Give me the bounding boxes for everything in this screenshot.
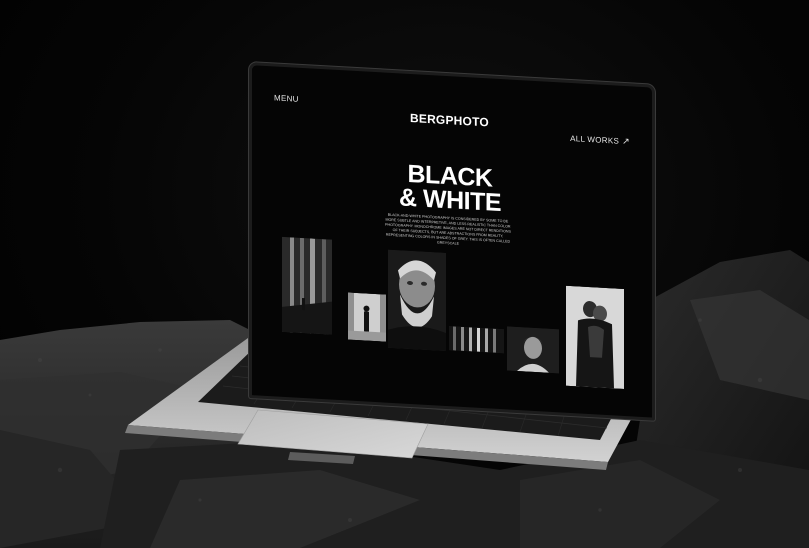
hero-description: Black-and-white photography is considere…	[385, 212, 511, 246]
all-works-label: ALL WORKS	[570, 133, 620, 146]
photo-architecture[interactable]	[282, 236, 332, 335]
hero-title: BLACK & WHITE	[390, 160, 510, 218]
laptop-screen: MENU BERGPHOTO ALL WORKS ↗ BLACK & WHITE…	[249, 62, 655, 421]
menu-link[interactable]: MENU	[274, 93, 299, 103]
photo-woman-portrait[interactable]	[507, 326, 559, 374]
laptop-mockup-scene: MENU BERGPHOTO ALL WORKS ↗ BLACK & WHITE…	[0, 0, 809, 548]
brand-logo[interactable]: BERGPHOTO	[410, 111, 489, 129]
photo-corridor-figure[interactable]	[348, 292, 386, 342]
photo-couple-embrace[interactable]	[566, 285, 624, 389]
all-works-link[interactable]: ALL WORKS ↗	[570, 133, 630, 147]
photo-bearded-man-portrait[interactable]	[388, 249, 446, 352]
photo-light-stripes[interactable]	[449, 326, 504, 354]
hero-title-line2: & WHITE	[398, 183, 502, 218]
arrow-up-right-icon: ↗	[622, 135, 630, 147]
